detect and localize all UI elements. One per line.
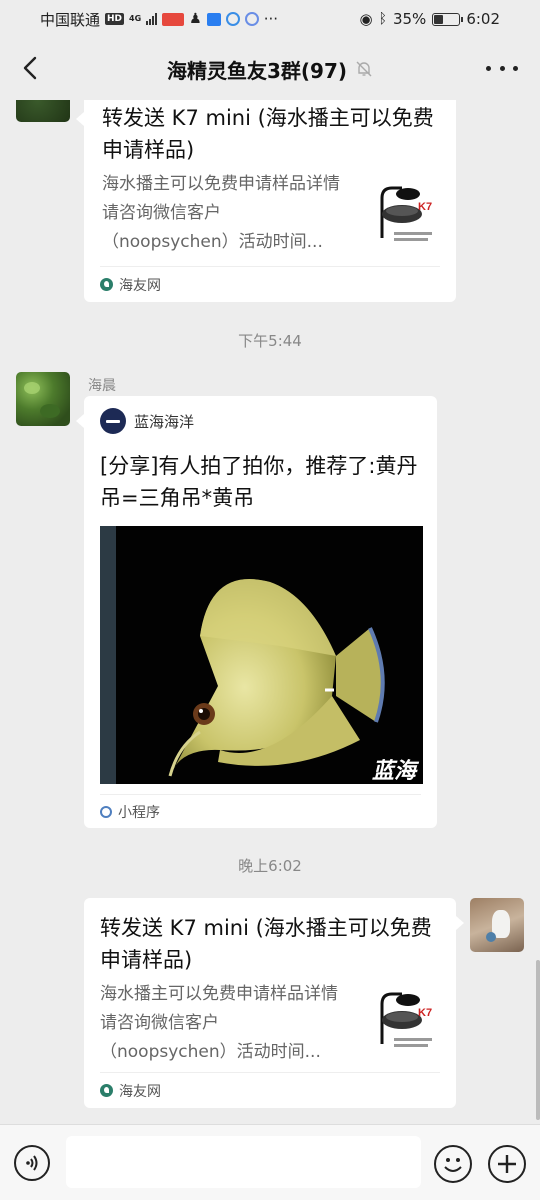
source-icon [100, 1084, 113, 1097]
status-bar: 中国联通 HD 4G ♟ ··· ◉ ᛒ 35% 6:02 [0, 0, 540, 38]
plus-icon [498, 1155, 516, 1173]
carrier-label: 中国联通 [40, 10, 101, 29]
scrollbar[interactable] [536, 960, 540, 1120]
mini-program-footer: 小程序 [100, 794, 421, 828]
mini-program-label: 小程序 [118, 804, 160, 821]
link-card-title: 转发送 K7 mini (海水播主可以免费申请样品) [100, 916, 432, 972]
back-button[interactable] [14, 52, 46, 84]
clock: 6:02 [466, 10, 500, 28]
chat-header: 海精灵鱼友3群(97) [0, 38, 540, 100]
mini-program-title: [分享]有人拍了拍你，推荐了:黄丹吊=三角吊*黄吊 [100, 454, 418, 510]
chat-title[interactable]: 海精灵鱼友3群(97) [167, 55, 347, 84]
svg-text:K7: K7 [418, 1007, 432, 1019]
hd-badge: HD [105, 13, 125, 25]
link-card-footer: 海友网 [100, 266, 440, 302]
mini-program-card[interactable]: 蓝海海洋 [分享]有人拍了拍你，推荐了:黄丹吊=三角吊*黄吊 蓝海 小程序 [76, 396, 437, 828]
link-card[interactable]: 转发送 K7 mini (海水播主可以免费申请样品) 海水播主可以免费申请样品详… [84, 898, 464, 1108]
fish-photo: 蓝海 [100, 526, 423, 784]
voice-icon [26, 1155, 38, 1171]
voice-button[interactable] [14, 1145, 50, 1181]
more-icon [486, 65, 491, 71]
product-thumbnail: K7 [374, 986, 436, 1056]
more-button[interactable] [486, 58, 518, 78]
source-icon [100, 278, 113, 291]
bluetooth-icon: ᛒ [378, 11, 387, 27]
link-card-title: 转发送 K7 mini (海水播主可以免费申请样品) [102, 106, 434, 162]
avatar[interactable] [16, 100, 70, 122]
music-app-icon [244, 12, 259, 26]
more-notifications-icon: ··· [263, 10, 279, 28]
image-watermark: 蓝海 [372, 759, 420, 784]
svg-text:K7: K7 [418, 201, 432, 213]
emoji-button[interactable] [434, 1145, 472, 1183]
bulb-app-icon [225, 12, 240, 26]
message-input[interactable] [66, 1136, 421, 1188]
input-bar [0, 1124, 540, 1200]
link-card-description: 海水播主可以免费申请样品详情请咨询微信客户（noopsychen）活动时间... [100, 984, 338, 1062]
link-card-footer: 海友网 [100, 1072, 440, 1108]
link-card-description: 海水播主可以免费申请样品详情请咨询微信客户（noopsychen）活动时间... [102, 174, 340, 252]
link-card-source: 海友网 [119, 1083, 161, 1100]
qq-icon: ♟ [189, 11, 202, 27]
cloud-app-icon [206, 12, 221, 26]
timestamp: 下午5:44 [238, 332, 302, 350]
mini-program-header: 蓝海海洋 [100, 408, 194, 434]
product-thumbnail: K7 [374, 180, 436, 250]
chat-area[interactable]: 转发送 K7 mini (海水播主可以免费申请样品) 海水播主可以免费申请样品详… [0, 100, 540, 1124]
battery-icon [432, 12, 464, 26]
back-arrow-icon [23, 56, 37, 80]
avatar[interactable] [16, 372, 70, 426]
battery-percent: 35% [392, 10, 427, 28]
yellow-tang-image: 蓝海 [100, 526, 423, 784]
plus-button[interactable] [488, 1145, 526, 1183]
avatar[interactable] [470, 898, 524, 952]
link-card-source: 海友网 [119, 277, 161, 294]
mini-app-name: 蓝海海洋 [134, 412, 195, 431]
link-card[interactable]: 转发送 K7 mini (海水播主可以免费申请样品) 海水播主可以免费申请样品详… [76, 100, 456, 302]
network-type: 4G [129, 14, 142, 23]
mini-app-logo-icon [100, 408, 126, 434]
timestamp: 晚上6:02 [238, 857, 302, 875]
app-notification-icon [162, 12, 185, 26]
eye-icon: ◉ [359, 10, 373, 28]
sender-name: 海晨 [88, 378, 116, 394]
emoji-icon [444, 1158, 462, 1172]
mini-program-icon [100, 805, 112, 818]
signal-icon [146, 13, 158, 25]
mute-bell-icon [356, 61, 372, 77]
